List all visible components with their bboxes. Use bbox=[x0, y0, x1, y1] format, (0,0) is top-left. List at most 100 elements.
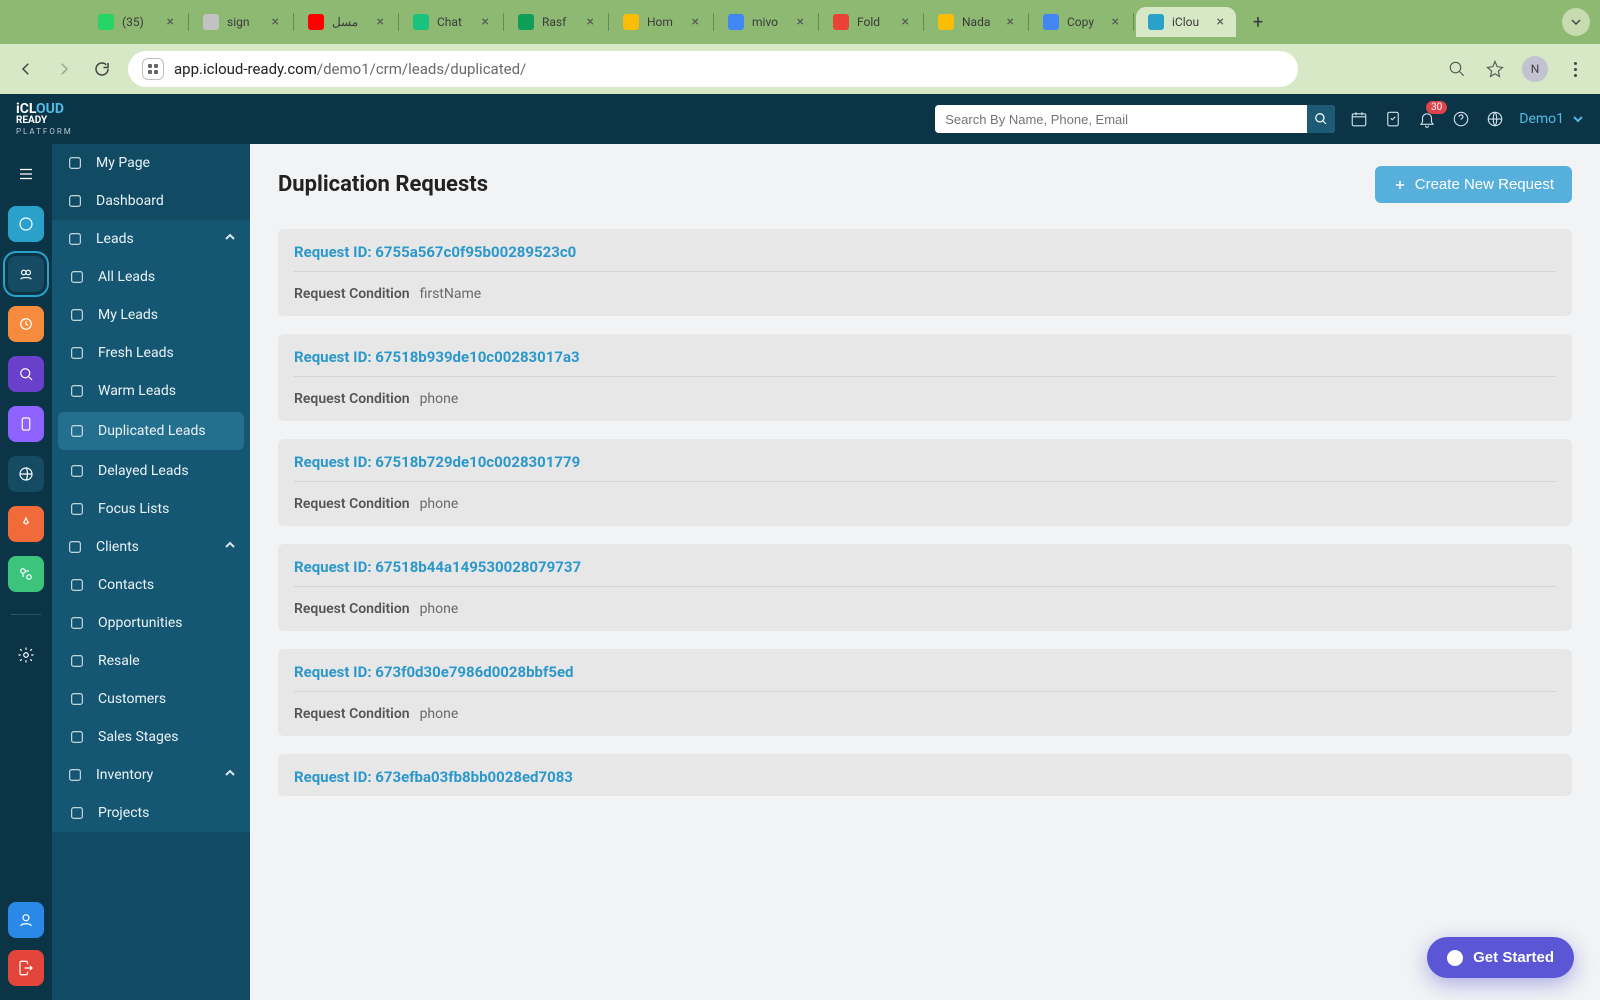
tab-overflow-button[interactable] bbox=[1562, 8, 1590, 36]
rail-menu-icon[interactable] bbox=[8, 156, 44, 192]
url-box[interactable]: app.icloud-ready.com/demo1/crm/leads/dup… bbox=[128, 51, 1298, 87]
sidebar-item[interactable]: Inventory bbox=[52, 756, 250, 794]
close-icon[interactable]: × bbox=[902, 14, 909, 30]
global-search bbox=[935, 105, 1335, 133]
request-card: Request ID: 6755a567c0f95b00289523c0Requ… bbox=[278, 229, 1572, 316]
sidebar-item[interactable]: Customers bbox=[52, 680, 250, 718]
forward-button[interactable] bbox=[52, 57, 76, 81]
search-input[interactable] bbox=[935, 105, 1307, 133]
browser-tab[interactable]: sign× bbox=[191, 7, 291, 37]
sidebar-item[interactable]: Clients bbox=[52, 528, 250, 566]
condition-label: Request Condition bbox=[294, 391, 410, 407]
calendar-icon[interactable] bbox=[1349, 109, 1369, 129]
request-id-link[interactable]: Request ID: 67518b939de10c00283017a3 bbox=[294, 348, 580, 366]
browser-tab[interactable]: Copy × bbox=[1031, 7, 1131, 37]
request-id-link[interactable]: Request ID: 67518b729de10c0028301779 bbox=[294, 453, 580, 471]
rail-user-icon[interactable] bbox=[8, 902, 44, 938]
sidebar-item[interactable]: My Leads bbox=[52, 296, 250, 334]
notif-badge: 30 bbox=[1426, 101, 1447, 114]
search-button[interactable] bbox=[1307, 105, 1335, 133]
favicon bbox=[1148, 14, 1164, 30]
profile-avatar[interactable]: N bbox=[1522, 56, 1548, 82]
sidebar-item[interactable]: Duplicated Leads bbox=[58, 412, 244, 450]
org-switcher[interactable]: Demo1 bbox=[1519, 111, 1584, 127]
sidebar-item[interactable]: Resale bbox=[52, 642, 250, 680]
close-icon[interactable]: × bbox=[167, 14, 174, 30]
rail-item-5[interactable] bbox=[8, 406, 44, 442]
browser-tab[interactable]: iClou× bbox=[1136, 7, 1236, 37]
browser-tab[interactable]: Chat× bbox=[401, 7, 501, 37]
sidebar-item-label: Opportunities bbox=[98, 615, 183, 631]
close-icon[interactable]: × bbox=[1112, 14, 1119, 30]
rail-item-3[interactable] bbox=[8, 306, 44, 342]
request-id-link[interactable]: Request ID: 673efba03fb8bb0028ed7083 bbox=[294, 768, 573, 786]
rail-item-1[interactable] bbox=[8, 206, 44, 242]
sidebar-item[interactable]: Warm Leads bbox=[52, 372, 250, 410]
browser-tab[interactable]: mivo× bbox=[716, 7, 816, 37]
sidebar-item[interactable]: All Leads bbox=[52, 258, 250, 296]
sidebar-item[interactable]: Focus Lists bbox=[52, 490, 250, 528]
close-icon[interactable]: × bbox=[272, 14, 279, 30]
tab-label: Copy bbox=[1067, 15, 1104, 29]
browser-tab[interactable]: (35)× bbox=[86, 7, 186, 37]
browser-tab[interactable]: Fold× bbox=[821, 7, 921, 37]
rail-item-6[interactable] bbox=[8, 456, 44, 492]
favicon bbox=[728, 14, 744, 30]
sidebar-item[interactable]: Contacts bbox=[52, 566, 250, 604]
reload-button[interactable] bbox=[90, 57, 114, 81]
create-request-button[interactable]: Create New Request bbox=[1375, 166, 1572, 203]
browser-tab[interactable]: Nada× bbox=[926, 7, 1026, 37]
request-id-link[interactable]: Request ID: 673f0d30e7986d0028bbf5ed bbox=[294, 663, 574, 681]
rail-item-4[interactable] bbox=[8, 356, 44, 392]
tab-label: مسل bbox=[332, 15, 369, 29]
close-icon[interactable]: × bbox=[482, 14, 489, 30]
browser-menu-icon[interactable] bbox=[1564, 58, 1586, 80]
globe-icon[interactable] bbox=[1485, 109, 1505, 129]
close-icon[interactable]: × bbox=[1007, 14, 1014, 30]
page-header: Duplication Requests Create New Request bbox=[278, 166, 1572, 203]
new-tab-button[interactable]: + bbox=[1244, 8, 1272, 36]
close-icon[interactable]: × bbox=[587, 14, 594, 30]
sidebar-item-label: Focus Lists bbox=[98, 501, 169, 517]
org-name: Demo1 bbox=[1519, 111, 1564, 127]
request-id-link[interactable]: Request ID: 67518b44a149530028079737 bbox=[294, 558, 581, 576]
close-icon[interactable]: × bbox=[377, 14, 384, 30]
help-icon[interactable] bbox=[1451, 109, 1471, 129]
zoom-icon[interactable] bbox=[1446, 58, 1468, 80]
bookmark-icon[interactable] bbox=[1484, 58, 1506, 80]
bell-icon[interactable]: 30 bbox=[1417, 109, 1437, 129]
sidebar-item[interactable]: Opportunities bbox=[52, 604, 250, 642]
browser-tab[interactable]: مسل × bbox=[296, 7, 396, 37]
sidebar-item[interactable]: Leads bbox=[52, 220, 250, 258]
request-card: Request ID: 67518b729de10c0028301779 Requ… bbox=[278, 439, 1572, 526]
rail-item-8[interactable] bbox=[8, 556, 44, 592]
condition-label: Request Condition bbox=[294, 496, 410, 512]
sidebar-item[interactable]: Delayed Leads bbox=[52, 452, 250, 490]
sidebar-item-label: All Leads bbox=[98, 269, 155, 285]
address-bar: app.icloud-ready.com/demo1/crm/leads/dup… bbox=[0, 44, 1600, 94]
request-id-link[interactable]: Request ID: 6755a567c0f95b00289523c0 bbox=[294, 243, 576, 261]
sidebar-item[interactable]: Projects bbox=[52, 794, 250, 832]
browser-tab[interactable]: Hom× bbox=[611, 7, 711, 37]
close-icon[interactable]: × bbox=[797, 14, 804, 30]
back-button[interactable] bbox=[14, 57, 38, 81]
rail-settings-icon[interactable] bbox=[8, 637, 44, 673]
rail-item-7[interactable] bbox=[8, 506, 44, 542]
get-started-button[interactable]: Get Started bbox=[1427, 937, 1574, 978]
favicon bbox=[518, 14, 534, 30]
sidebar-item[interactable]: My Page bbox=[52, 144, 250, 182]
tasks-icon[interactable] bbox=[1383, 109, 1403, 129]
sidebar-item[interactable]: Fresh Leads bbox=[52, 334, 250, 372]
close-icon[interactable]: × bbox=[1217, 14, 1224, 30]
sidebar-item-icon bbox=[68, 268, 86, 286]
sidebar-item[interactable]: Sales Stages bbox=[52, 718, 250, 756]
sidebar-item[interactable]: Dashboard bbox=[52, 182, 250, 220]
app-logo[interactable]: iCLOUD READY PLATFORM bbox=[16, 102, 73, 136]
rail-item-2[interactable] bbox=[8, 256, 44, 292]
browser-tab[interactable]: Rasf× bbox=[506, 7, 606, 37]
site-info-icon[interactable] bbox=[142, 58, 164, 80]
sidebar-item-icon bbox=[66, 766, 84, 784]
rail-logout-icon[interactable] bbox=[8, 950, 44, 986]
close-icon[interactable]: × bbox=[692, 14, 699, 30]
page-title: Duplication Requests bbox=[278, 172, 488, 197]
